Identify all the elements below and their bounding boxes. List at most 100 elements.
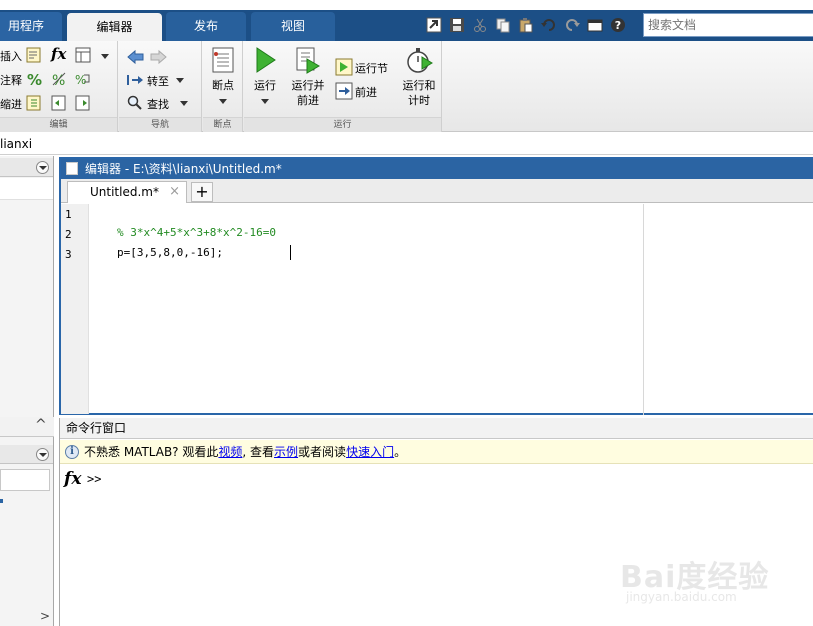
close-tab-icon[interactable]: × [169, 182, 180, 202]
breakpoints-group: 断点 断点 [203, 41, 243, 132]
code-line[interactable]: p=[3,5,8,0,-16]; [117, 246, 223, 259]
hint-text-suffix: 。 [394, 445, 407, 459]
goto-button[interactable]: 转至 [147, 73, 169, 89]
run-group: 运行 运行并 前进 运行节 前进 运行和 计时 运行 [244, 41, 442, 132]
insert-section-icon[interactable] [26, 47, 42, 63]
getting-started-link[interactable]: 快速入门 [346, 445, 394, 459]
uncomment-icon[interactable]: % [51, 71, 67, 87]
run-time-label-2: 计时 [408, 94, 430, 107]
find-button[interactable]: 查找 [147, 96, 169, 112]
wrap-comments-icon[interactable]: % [75, 71, 91, 87]
insert-dropdown-icon[interactable] [101, 54, 109, 59]
file-list-area[interactable] [0, 178, 53, 200]
code-line-comment[interactable]: % 3*x^4+5*x^3+8*x^2-16=0 [117, 226, 276, 239]
function-browser-icon[interactable]: fx [64, 469, 81, 489]
run-time-stopwatch-icon [407, 48, 433, 73]
smart-indent-icon[interactable] [26, 95, 42, 111]
tab-apps[interactable]: 用程序 [0, 12, 62, 41]
insert-function-icon[interactable]: fx [51, 45, 66, 63]
breakpoints-dropdown-icon [219, 99, 227, 104]
getting-started-hint: i 不熟悉 MATLAB? 观看此视频, 查看示例或者阅读快速入门。 [60, 440, 813, 464]
new-tab-button[interactable]: + [191, 182, 213, 202]
run-advance-label-2: 前进 [297, 94, 319, 107]
current-folder-path[interactable]: lianxi [0, 133, 813, 155]
run-and-advance-button[interactable]: 运行并 前进 [284, 45, 332, 108]
goto-dropdown-icon[interactable] [176, 78, 184, 83]
workspace-item-marker [0, 499, 3, 503]
search-documentation-input[interactable] [643, 13, 813, 37]
video-link[interactable]: 视频 [218, 445, 242, 459]
scroll-right-icon[interactable]: > [40, 609, 50, 623]
advance-icon[interactable] [335, 82, 353, 100]
editor-document-icon [66, 162, 78, 175]
navigate-group: 转至 查找 导航 [119, 41, 202, 132]
decrease-indent-icon[interactable] [51, 95, 67, 111]
breakpoints-button[interactable]: 断点 [201, 45, 245, 108]
workspace-actions-icon[interactable] [36, 448, 49, 461]
run-advance-icon [296, 47, 320, 74]
indent-button[interactable]: 缩进 [0, 96, 22, 112]
baidu-jingyan-watermark: Bai度经验 jingyan.baidu.com [620, 540, 780, 610]
run-button[interactable]: 运行 [243, 45, 287, 108]
editor-ribbon: 插入 注释 缩进 fx % % % 编辑 转至 查找 导航 断点 断点 [0, 41, 813, 132]
workspace-filter[interactable] [0, 469, 50, 491]
run-section-button[interactable]: 运行节 [355, 60, 388, 76]
file-tab-label: Untitled.m* [90, 185, 159, 199]
plus-icon: + [195, 182, 209, 201]
breakpoints-group-label: 断点 [203, 117, 242, 132]
info-icon: i [65, 445, 79, 459]
increase-indent-icon[interactable] [75, 95, 91, 111]
breakpoints-label: 断点 [212, 79, 234, 92]
tab-publish[interactable]: 发布 [166, 12, 246, 41]
insert-table-icon[interactable] [75, 47, 91, 63]
back-arrow-icon[interactable] [127, 49, 145, 65]
svg-text:%: % [27, 71, 42, 87]
editor-tab-strip: Untitled.m* × + [61, 179, 813, 203]
forward-arrow-icon[interactable] [149, 49, 167, 65]
copy-icon[interactable] [493, 15, 512, 34]
editor-window: 编辑器 - E:\资料\lianxi\Untitled.m* Untitled.… [59, 157, 813, 415]
find-dropdown-icon[interactable] [180, 101, 188, 106]
insert-button[interactable]: 插入 [0, 48, 22, 64]
panel-actions-icon[interactable] [36, 161, 49, 174]
comment-percent-icon[interactable]: % [26, 71, 42, 87]
right-margin-line [643, 204, 644, 415]
find-magnifier-icon[interactable] [127, 95, 143, 111]
quick-access-toolbar: ? [424, 15, 627, 35]
hint-text-mid: , 查看 [242, 445, 275, 459]
comment-button[interactable]: 注释 [0, 72, 22, 88]
run-section-icon[interactable] [335, 58, 353, 76]
line-number: 3 [65, 248, 72, 261]
undo-icon[interactable] [539, 15, 558, 34]
tab-view[interactable]: 视图 [251, 12, 335, 41]
command-window-title: 命令行窗口 [60, 418, 813, 439]
run-label: 运行 [254, 79, 276, 92]
file-tab-untitled[interactable]: Untitled.m* × [67, 181, 187, 203]
current-folder-header [0, 158, 53, 177]
advance-button[interactable]: 前进 [355, 84, 377, 100]
line-number: 2 [65, 228, 72, 241]
hint-text-mid2: 或者阅读 [298, 445, 347, 459]
edit-group: 插入 注释 缩进 fx % % % 编辑 [0, 41, 118, 132]
examples-link[interactable]: 示例 [274, 445, 298, 459]
svg-text:?: ? [614, 19, 620, 32]
help-icon[interactable]: ? [608, 15, 627, 34]
save-icon[interactable] [447, 15, 466, 34]
redo-icon[interactable] [562, 15, 581, 34]
run-group-label: 运行 [244, 117, 441, 132]
run-time-label-1: 运行和 [402, 79, 436, 92]
collapse-up-icon[interactable]: ^ [35, 417, 47, 433]
paste-icon[interactable] [516, 15, 535, 34]
switch-windows-icon[interactable] [585, 15, 604, 34]
tab-editor[interactable]: 编辑器 [67, 13, 162, 41]
goto-icon[interactable] [126, 72, 144, 88]
cut-icon[interactable] [470, 15, 489, 34]
run-advance-label-1: 运行并 [291, 79, 325, 92]
run-and-time-button[interactable]: 运行和 计时 [396, 45, 442, 108]
watermark-url: jingyan.baidu.com [626, 590, 737, 604]
details-collapse-bar: ^ [0, 417, 54, 437]
hint-text-prefix: 不熟悉 MATLAB? 观看此 [84, 445, 219, 459]
import-icon[interactable] [424, 15, 443, 34]
toolstrip-tab-bar: 用程序 编辑器 发布 视图 ? [0, 10, 813, 41]
run-dropdown-icon [261, 99, 269, 104]
